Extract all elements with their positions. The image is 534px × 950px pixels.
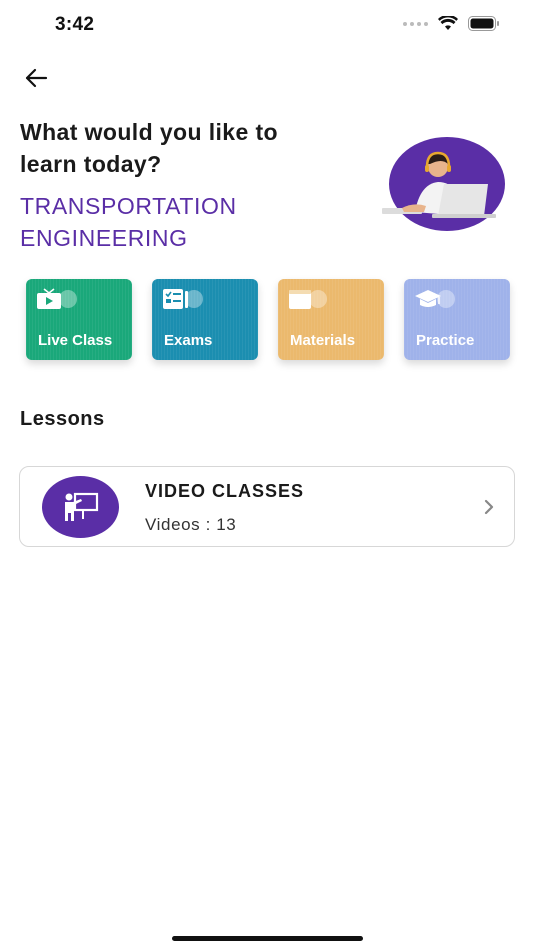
cellular-signal-icon bbox=[403, 21, 428, 26]
lessons-heading: Lessons bbox=[20, 408, 105, 430]
arrow-left-icon bbox=[25, 68, 48, 88]
battery-icon bbox=[468, 16, 499, 31]
tile-label: Practice bbox=[416, 332, 475, 349]
teacher-board-icon bbox=[64, 492, 98, 521]
page-title: What would you like to learn today? bbox=[20, 119, 278, 177]
tv-play-icon bbox=[37, 288, 77, 309]
lesson-avatar bbox=[42, 476, 119, 538]
wifi-icon bbox=[438, 16, 458, 30]
student-laptop-illustration bbox=[382, 137, 505, 231]
tile-materials[interactable]: Materials bbox=[278, 279, 384, 360]
lesson-video-count: Videos : 13 bbox=[145, 515, 237, 534]
subject-name: TRANSPORTATION ENGINEERING bbox=[20, 193, 237, 251]
category-tiles: Live Class Exams Materials Practice bbox=[26, 279, 510, 360]
tile-label: Materials bbox=[290, 332, 356, 349]
status-time: 3:42 bbox=[55, 14, 95, 35]
lesson-title: VIDEO CLASSES bbox=[145, 481, 305, 501]
back-button[interactable] bbox=[22, 64, 50, 92]
tile-practice[interactable]: Practice bbox=[404, 279, 510, 360]
status-bar: 3:42 bbox=[0, 0, 534, 50]
tile-label: Exams bbox=[164, 332, 213, 349]
tile-exams[interactable]: Exams bbox=[152, 279, 258, 360]
lesson-item-video-classes[interactable]: VIDEO CLASSES Videos : 13 bbox=[19, 466, 515, 547]
book-icon bbox=[289, 290, 327, 309]
chevron-right-icon bbox=[484, 499, 494, 515]
graduation-cap-icon bbox=[415, 290, 455, 308]
exam-sheet-icon bbox=[163, 289, 203, 309]
tile-label: Live Class bbox=[38, 332, 113, 349]
home-indicator[interactable] bbox=[172, 936, 363, 941]
status-icons bbox=[403, 16, 500, 31]
tile-live-class[interactable]: Live Class bbox=[26, 279, 132, 360]
